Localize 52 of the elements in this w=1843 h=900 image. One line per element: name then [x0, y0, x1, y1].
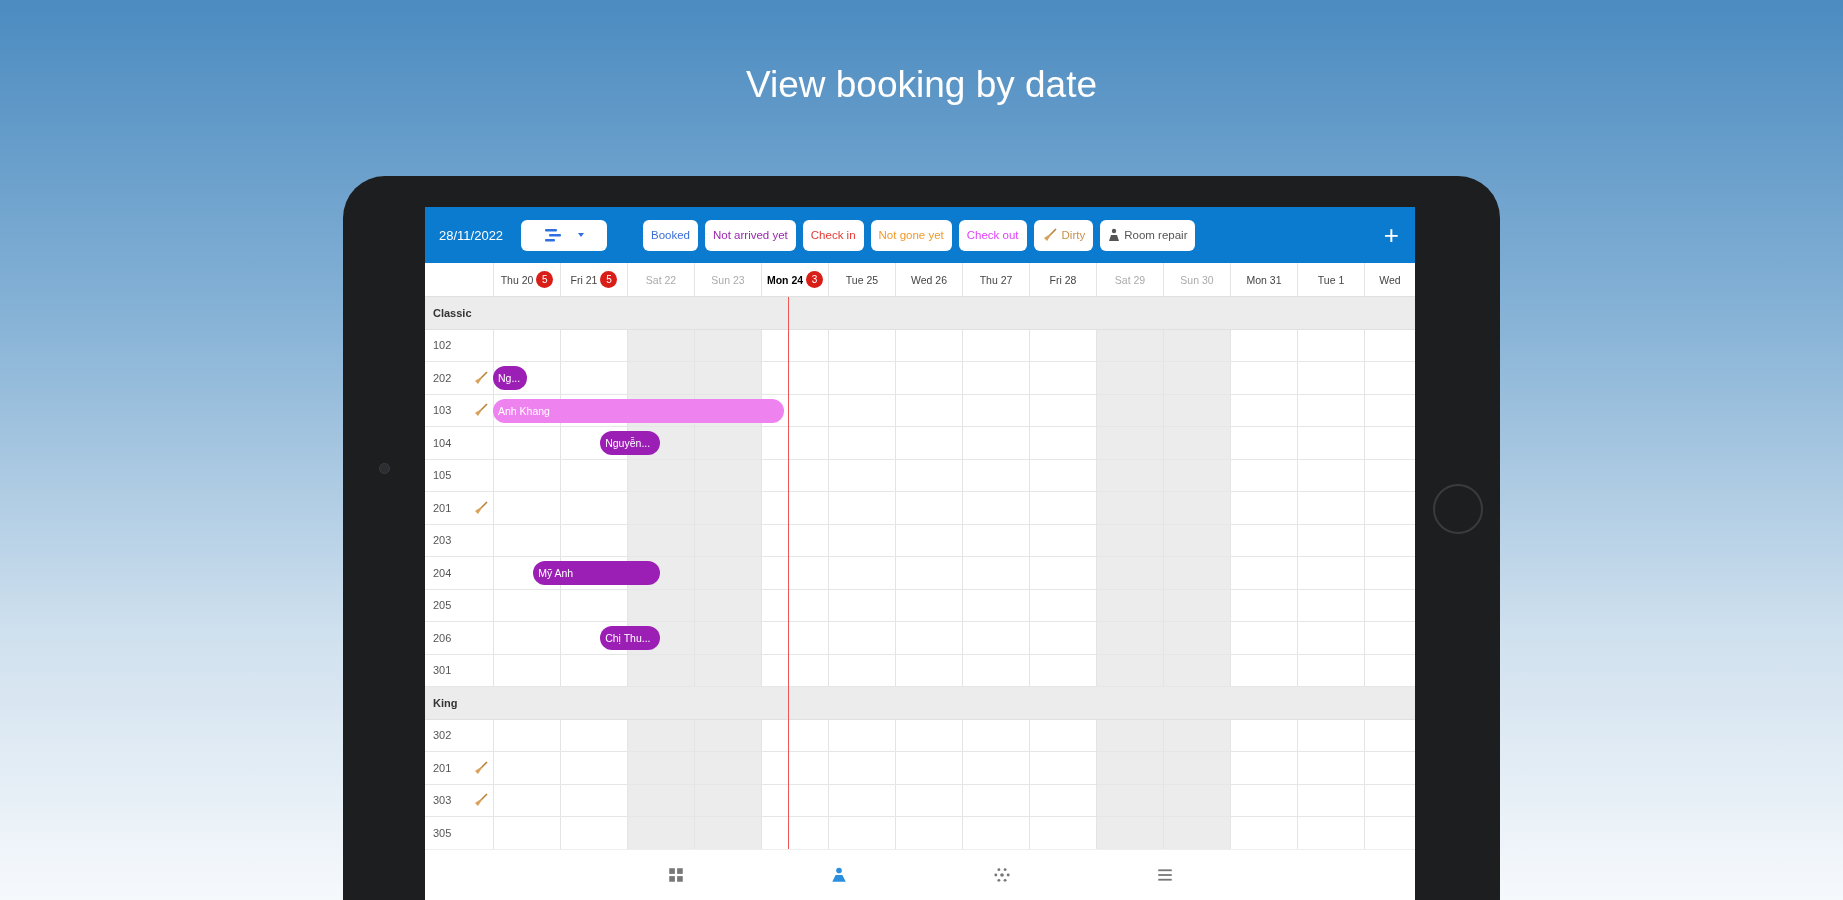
- room-type-label: King: [432, 696, 458, 709]
- room-number: 305: [433, 826, 452, 839]
- room-number: 302: [433, 729, 452, 742]
- date-label: 28/11/2022: [439, 227, 505, 243]
- room-number: 205: [433, 599, 452, 612]
- room-number: 203: [433, 534, 452, 547]
- room-number: 202: [433, 371, 452, 384]
- add-button[interactable]: +: [1379, 219, 1403, 251]
- day-header: Mon 24: [766, 273, 804, 286]
- booking-bar[interactable]: Chị Thu...: [600, 626, 661, 650]
- day-header: Sat 22: [645, 273, 677, 286]
- day-header: Wed: [1379, 273, 1401, 286]
- room-number: 104: [433, 436, 452, 449]
- page-title: View booking by date: [745, 64, 1098, 106]
- day-header: Tue 1: [1317, 273, 1345, 286]
- booking-bar[interactable]: Ng...: [493, 366, 527, 390]
- view-dropdown[interactable]: [521, 219, 607, 251]
- align-icon: [543, 227, 563, 243]
- day-header: Tue 25: [845, 273, 879, 286]
- booking-bar[interactable]: Mỹ Anh: [533, 561, 661, 585]
- day-header: Sun 23: [711, 273, 745, 286]
- worker-icon: [1108, 228, 1121, 242]
- count-badge: 5: [600, 271, 618, 288]
- room-number: 201: [433, 501, 452, 514]
- room-number: 102: [433, 339, 452, 352]
- room-number: 103: [433, 404, 452, 417]
- day-header: Sun 30: [1180, 273, 1214, 286]
- room-type-label: Classic: [432, 306, 472, 319]
- booking-bar[interactable]: Nguyễn...: [600, 431, 661, 455]
- count-badge: 3: [806, 271, 824, 288]
- day-header: Fri 28: [1049, 273, 1077, 286]
- room-number: 105: [433, 469, 452, 482]
- day-header: Fri 21: [570, 273, 598, 286]
- day-header: Wed 26: [911, 273, 947, 286]
- status-filter-chip[interactable]: Not arrived yet: [705, 219, 796, 251]
- room-number: 206: [433, 631, 452, 644]
- status-filter-chip[interactable]: Check in: [802, 219, 864, 251]
- count-badge: 5: [536, 271, 554, 288]
- day-header: Thu 27: [979, 273, 1013, 286]
- room-number: 201: [433, 761, 452, 774]
- room-number: 303: [433, 794, 452, 807]
- caret-icon: [577, 232, 585, 238]
- status-filter-chip[interactable]: Check out: [958, 219, 1027, 251]
- day-header: Mon 31: [1246, 273, 1282, 286]
- status-filter-chip[interactable]: Room repair: [1100, 219, 1196, 251]
- day-header: Thu 20: [500, 273, 534, 286]
- status-filter-chip[interactable]: Dirty: [1033, 219, 1094, 251]
- status-filter-chip[interactable]: Booked: [643, 219, 698, 251]
- day-header: Sat 29: [1114, 273, 1146, 286]
- room-number: 301: [433, 664, 452, 677]
- room-number: 204: [433, 566, 452, 579]
- camera-dot: [378, 463, 390, 474]
